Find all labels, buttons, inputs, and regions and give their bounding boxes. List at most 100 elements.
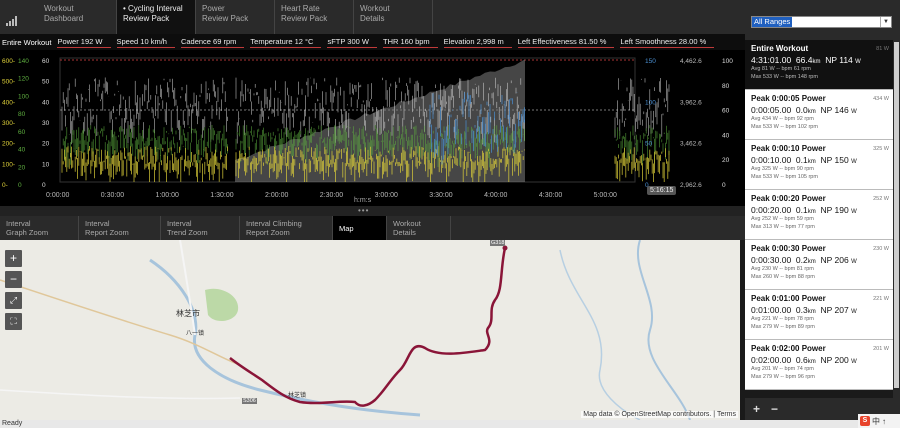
- x-axis-tick: 2:30:00: [319, 192, 344, 199]
- range-card-title: Peak 0:01:00 Power: [751, 294, 826, 303]
- range-card-title: Peak 0:00:20 Power: [751, 194, 826, 203]
- river: [559, 249, 641, 420]
- stat-elevation[interactable]: Elevation 2,998 m: [443, 37, 512, 48]
- range-card-np-unit: W: [851, 359, 857, 365]
- tab-interval-trend-zoom[interactable]: Interval Trend Zoom: [161, 216, 240, 240]
- tab-cycling-interval-review[interactable]: • Cycling Interval Review Pack: [117, 0, 196, 34]
- road-shield-s306: S306: [242, 398, 257, 404]
- tab-workout-dashboard[interactable]: Workout Dashboard: [38, 0, 117, 34]
- range-card[interactable]: Peak 0:00:20 Power 252 W 0:00:20.00 0.1km …: [745, 190, 893, 240]
- range-card[interactable]: Peak 0:00:05 Power 434 W 0:00:05.00 0.0km …: [745, 90, 893, 140]
- power-axis-tick: 300-: [2, 120, 15, 127]
- range-card[interactable]: Peak 0:02:00 Power 201 W 0:02:00.00 0.6km …: [745, 340, 893, 390]
- range-card-duration: 0:01:00.00: [751, 305, 792, 315]
- city-label: 林芝市: [176, 309, 200, 318]
- map-attribution[interactable]: Map data © OpenStreetMap contributors. |…: [581, 411, 738, 418]
- tab-interval-graph-zoom[interactable]: Interval Graph Zoom: [0, 216, 79, 240]
- tab-label: Heart Rate: [281, 4, 320, 13]
- route-path[interactable]: [229, 247, 507, 407]
- tab-label: Details: [393, 228, 416, 237]
- fit-route-icon[interactable]: ⤢: [5, 292, 22, 309]
- range-card-metrics: 0:02:00.00 0.6km NP 200 W: [751, 355, 889, 365]
- range-card-distance: 0.1: [795, 155, 808, 165]
- zoom-out-button[interactable]: −: [5, 271, 22, 288]
- range-panel-header: All Ranges ▼: [745, 0, 900, 40]
- stat-left-smoothness[interactable]: Left Smoothness 28.00 %: [620, 37, 715, 48]
- tab-interval-report-zoom[interactable]: Interval Report Zoom: [79, 216, 161, 240]
- range-card-avg-power: 221 W: [873, 296, 889, 302]
- scrollbar-thumb[interactable]: [894, 42, 899, 388]
- range-card-avg-power: 201 W: [873, 346, 889, 352]
- chevron-down-icon[interactable]: ▼: [880, 17, 891, 27]
- range-card-max: Max 279 W -- bpm 89 rpm: [751, 324, 815, 330]
- remove-range-button[interactable]: −: [771, 402, 778, 416]
- range-card-title: Peak 0:00:05 Power: [751, 94, 826, 103]
- tab-label: Workout: [360, 4, 390, 13]
- stat-temperature[interactable]: Temperature 12 °C: [250, 37, 322, 48]
- tab-heart-rate-review[interactable]: Heart Rate Review Pack: [275, 0, 354, 34]
- stats-range-label: Entire Workout: [2, 37, 52, 47]
- power-axis-tick: 600-: [2, 58, 15, 65]
- range-select[interactable]: All Ranges ▼: [751, 16, 892, 28]
- route-map[interactable]: 林芝市 八一镇 林芝镇 G318 S306 + − ⤢ ⛶ Map data ©…: [0, 240, 740, 420]
- add-range-button[interactable]: +: [753, 402, 760, 416]
- ime-indicator[interactable]: S 中 ↑: [858, 414, 900, 428]
- stat-left-effectiveness[interactable]: Left Effectiveness 81.50 %: [517, 37, 615, 48]
- range-card-duration: 4:31:01.00: [751, 55, 792, 65]
- tab-workout-details[interactable]: Workout Details: [354, 0, 433, 34]
- splitter-grip-icon[interactable]: •••: [358, 206, 369, 215]
- tab-interval-climbing-report[interactable]: Interval Climbing Report Zoom: [240, 216, 333, 240]
- stat-power[interactable]: Power 192 W: [57, 37, 111, 48]
- stat-speed[interactable]: Speed 10 km/h: [116, 37, 175, 48]
- range-card-np-unit: W: [851, 309, 857, 315]
- range-card-avg-power: 81 W: [876, 46, 889, 52]
- range-card[interactable]: Peak 0:00:30 Power 230 W 0:00:30.00 0.2km …: [745, 240, 893, 290]
- range-card-distance: 0.1: [795, 205, 808, 215]
- x-axis-tick: 3:30:00: [429, 192, 453, 199]
- range-card-duration: 0:00:30.00: [751, 255, 792, 265]
- tab-label: Interval: [85, 219, 110, 228]
- tab-workout-details-lower[interactable]: Workout Details: [387, 216, 451, 240]
- x-axis-tick: 0:00:00: [46, 192, 70, 199]
- stat-sftp[interactable]: sFTP 300 W: [327, 37, 377, 48]
- cadence-axis-tick: 140: [18, 58, 29, 65]
- status-bar: Ready: [0, 420, 900, 428]
- range-list: Entire Workout 81 W 4:31:01.00 66.4km NP 1…: [745, 40, 893, 398]
- range-card-max: Max 533 W -- bpm 102 rpm: [751, 124, 818, 130]
- range-card-metrics: 0:00:10.00 0.1km NP 150 W: [751, 155, 889, 165]
- range-card-distance-unit: km: [812, 59, 821, 65]
- range-card-np: NP 207: [820, 305, 849, 315]
- lower-tab-bar: Interval Graph Zoom Interval Report Zoom I…: [0, 216, 745, 240]
- map-canvas[interactable]: [0, 240, 740, 420]
- route-start-marker[interactable]: [502, 245, 508, 251]
- range-card-avg: Avg 434 W -- bpm 92 rpm: [751, 116, 814, 122]
- range-card-avg-power: 434 W: [873, 96, 889, 102]
- tab-power-review[interactable]: Power Review Pack: [196, 0, 275, 34]
- range-card[interactable]: Peak 0:01:00 Power 221 W 0:01:00.00 0.3km …: [745, 290, 893, 340]
- zoom-in-button[interactable]: +: [5, 250, 22, 267]
- fullscreen-icon[interactable]: ⛶: [5, 313, 22, 330]
- tab-map[interactable]: Map: [333, 216, 387, 240]
- stat-thr[interactable]: THR 160 bpm: [382, 37, 438, 48]
- range-card-metrics: 0:01:00.00 0.3km NP 207 W: [751, 305, 889, 315]
- range-list-scrollbar[interactable]: [893, 40, 900, 398]
- range-card-distance-unit: km: [807, 159, 816, 165]
- x-axis-tick: 2:00:00: [265, 192, 289, 199]
- hr-axis-tick: 30: [42, 120, 50, 127]
- power-axis-tick: 100-: [2, 161, 15, 168]
- stat-cadence[interactable]: Cadence 69 rpm: [180, 37, 245, 48]
- hr-axis-tick: 10: [42, 161, 50, 168]
- pane-splitter[interactable]: •••: [0, 206, 745, 216]
- range-card-avg: Avg 221 W -- bpm 78 rpm: [751, 316, 814, 322]
- cadence-axis-tick: 60: [18, 129, 26, 136]
- range-card-distance: 0.6: [795, 355, 808, 365]
- workout-graph[interactable]: 600- 500- 400- 300- 200- 100- 0- 140 120 100 80 60 4…: [0, 50, 745, 206]
- range-card-title: Entire Workout: [751, 44, 809, 53]
- tab-label: Review Pack: [281, 14, 328, 23]
- road: [179, 240, 196, 336]
- range-card[interactable]: Peak 0:00:10 Power 325 W 0:00:10.00 0.1km …: [745, 140, 893, 190]
- range-card[interactable]: Entire Workout 81 W 4:31:01.00 66.4km NP 1…: [745, 40, 893, 90]
- range-card-np: NP 150: [820, 155, 849, 165]
- power-axis-tick: 500-: [2, 79, 15, 86]
- workout-graph-canvas[interactable]: 600-500-400-300-200-100-0-14012010080604…: [0, 50, 745, 206]
